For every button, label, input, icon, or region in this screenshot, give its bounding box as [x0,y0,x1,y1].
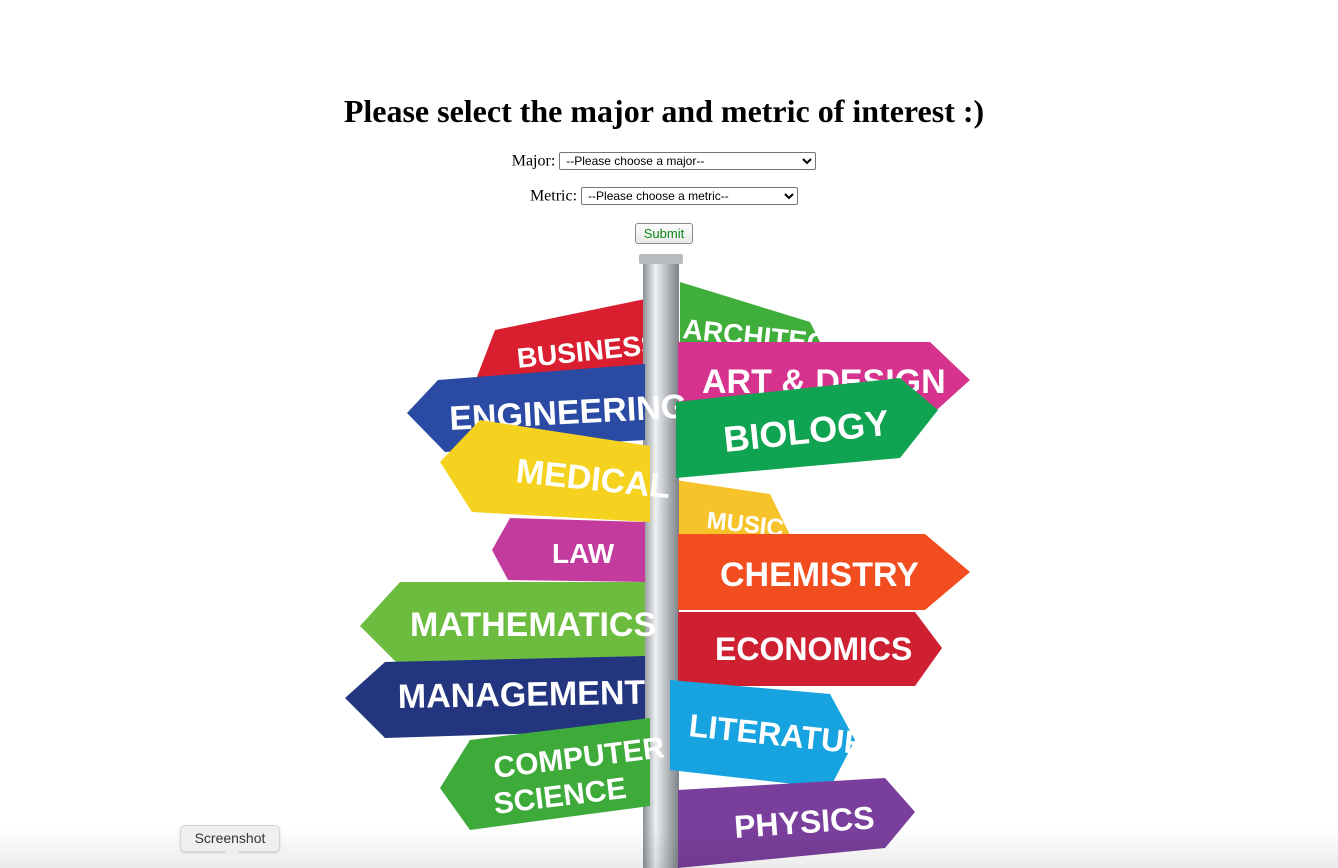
sign-economics-label: ECONOMICS [715,631,912,667]
sign-mathematics: MATHEMATICS [360,582,656,666]
sign-economics: ECONOMICS [678,612,942,686]
sign-law-label: LAW [552,538,615,569]
metric-select[interactable]: --Please choose a metric-- [581,187,799,206]
sign-mathematics-label: MATHEMATICS [410,606,656,644]
page-title: Please select the major and metric of in… [343,93,985,129]
sign-chemistry: CHEMISTRY [678,534,970,610]
metric-label: Metric: [529,187,578,205]
submit-button[interactable]: Submit [635,223,693,244]
major-select[interactable]: --Please choose a major-- [559,152,817,171]
sign-music: MUSIC [675,480,790,542]
major-label: Major: [511,152,556,170]
signpost-svg: ARCHITECTURE BUSINESS MUSIC ART & DESIGN… [345,254,970,868]
metric-row: Metric: --Please choose a metric-- [0,187,1328,206]
signpost-pole-cap [639,254,683,264]
sign-management-label: MANAGEMENT [397,674,645,716]
majors-signpost-image: ARCHITECTURE BUSINESS MUSIC ART & DESIGN… [340,250,980,868]
page: Please select the major and metric of in… [0,0,1338,868]
sign-literature: LITERATURE [670,680,890,788]
sign-law: LAW [492,518,645,582]
sign-chemistry-label: CHEMISTRY [720,556,919,594]
screenshot-tooltip: Screenshot [180,825,280,858]
major-row: Major: --Please choose a major-- [0,152,1328,171]
